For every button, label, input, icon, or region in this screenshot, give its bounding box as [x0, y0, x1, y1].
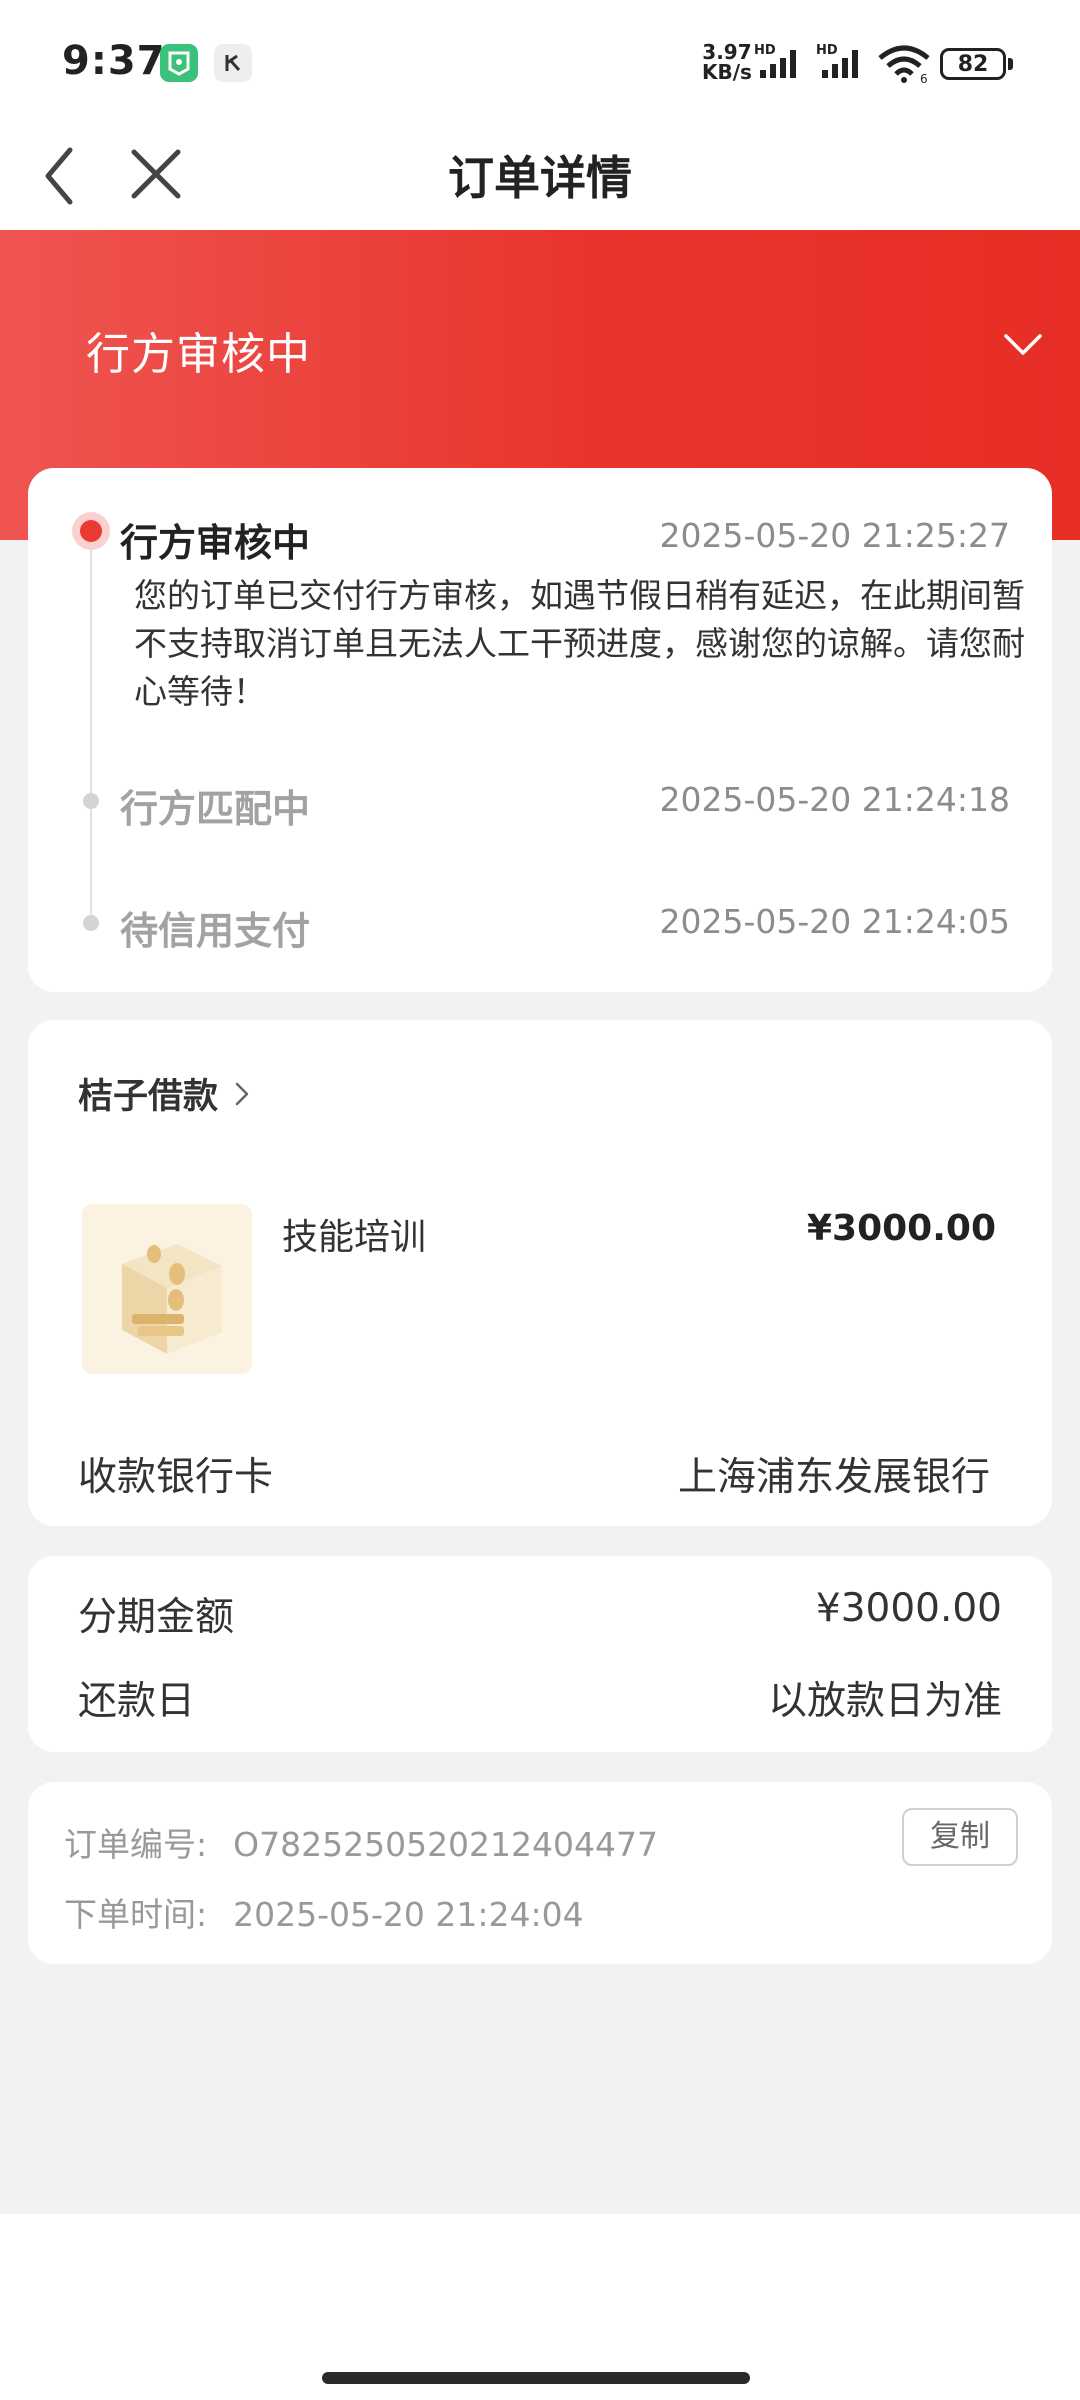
order-number-value: O7825250520212404477 — [233, 1825, 659, 1864]
order-info-card: 订单编号: O7825250520212404477 下单时间: 2025-05-2… — [28, 1782, 1052, 1964]
product-price: ¥3000.00 — [806, 1208, 996, 1249]
product-card: 桔子借款 技能培训 ¥3000.00 收款银行卡 上海浦东发展银行 — [28, 1020, 1052, 1526]
merchant-link[interactable]: 桔子借款 — [78, 1068, 256, 1119]
battery-level: 82 — [957, 51, 989, 77]
nav-bar: 订单详情 — [0, 126, 1080, 230]
network-speed-value: 3.97 — [702, 40, 752, 64]
product-image — [82, 1204, 252, 1374]
timeline-step-1-title: 行方审核中 — [120, 521, 311, 565]
status-bar: 9:37 3.97 KB/s HD HD 6 82 — [0, 0, 1080, 126]
order-time-row: 下单时间: 2025-05-20 21:24:04 — [64, 1888, 584, 1936]
battery-icon: 82 — [940, 48, 1006, 80]
hd-label-2: HD — [816, 43, 838, 58]
order-number-row: 订单编号: O7825250520212404477 — [64, 1818, 658, 1866]
timeline-step-1-desc: 您的订单已交付行方审核，如遇节假日稍有延迟，在此期间暂不支持取消订单且无法人工干… — [134, 576, 1025, 711]
network-speed: 3.97 KB/s — [702, 42, 752, 82]
timeline-line — [90, 538, 92, 918]
order-status-title: 行方审核中 — [86, 329, 311, 380]
cellular-signal-icon: HD — [754, 42, 808, 86]
cellular-signal-2-icon: HD — [816, 42, 870, 86]
network-speed-unit: KB/s — [702, 60, 752, 84]
timeline-step-2-title: 行方匹配中 — [120, 787, 311, 831]
chevron-left-icon — [45, 147, 73, 205]
timeline-step-3-title: 待信用支付 — [120, 909, 311, 953]
timeline-step-3-time: 2025-05-20 21:24:05 — [659, 902, 1010, 941]
repayment-day-value: 以放款日为准 — [767, 1679, 1002, 1724]
close-button[interactable] — [118, 136, 198, 216]
installment-card: 分期金额 ¥3000.00 还款日 以放款日为准 — [28, 1556, 1052, 1752]
timeline-card: 行方审核中 2025-05-20 21:25:27 您的订单已交付行方审核，如遇… — [28, 468, 1052, 992]
repayment-day-label: 还款日 — [78, 1679, 196, 1724]
timeline-dot — [83, 793, 99, 809]
merchant-name: 桔子借款 — [78, 1077, 219, 1117]
installment-amount-label: 分期金额 — [78, 1595, 235, 1640]
back-button[interactable] — [34, 136, 114, 216]
wifi-icon: 6 — [876, 44, 932, 88]
chevron-down-icon[interactable] — [998, 320, 1048, 370]
order-time-label: 下单时间: — [64, 1895, 208, 1934]
order-time-value: 2025-05-20 21:24:04 — [233, 1895, 584, 1934]
bank-card-value: 上海浦东发展银行 — [677, 1455, 990, 1500]
chevron-right-icon — [235, 1082, 249, 1105]
installment-amount-value: ¥3000.00 — [815, 1586, 1002, 1631]
timeline-step-1-time: 2025-05-20 21:25:27 — [659, 516, 1010, 555]
product-name: 技能培训 — [282, 1217, 427, 1258]
notification-app-icon — [214, 44, 252, 82]
mi-home-app-icon — [160, 44, 198, 82]
hd-label-1: HD — [754, 43, 776, 58]
timeline-step-2-time: 2025-05-20 21:24:18 — [659, 780, 1010, 819]
timeline-dot-active — [72, 512, 110, 550]
status-time: 9:37 — [62, 38, 166, 84]
battery-tip — [1008, 58, 1013, 70]
home-indicator[interactable] — [322, 2372, 750, 2384]
bank-card-label: 收款银行卡 — [78, 1455, 274, 1500]
timeline-dot — [83, 915, 99, 931]
close-icon — [131, 149, 181, 199]
copy-order-number-button[interactable]: 复制 — [902, 1808, 1018, 1866]
order-number-label: 订单编号: — [64, 1825, 208, 1864]
wifi-label: 6 — [920, 72, 928, 84]
